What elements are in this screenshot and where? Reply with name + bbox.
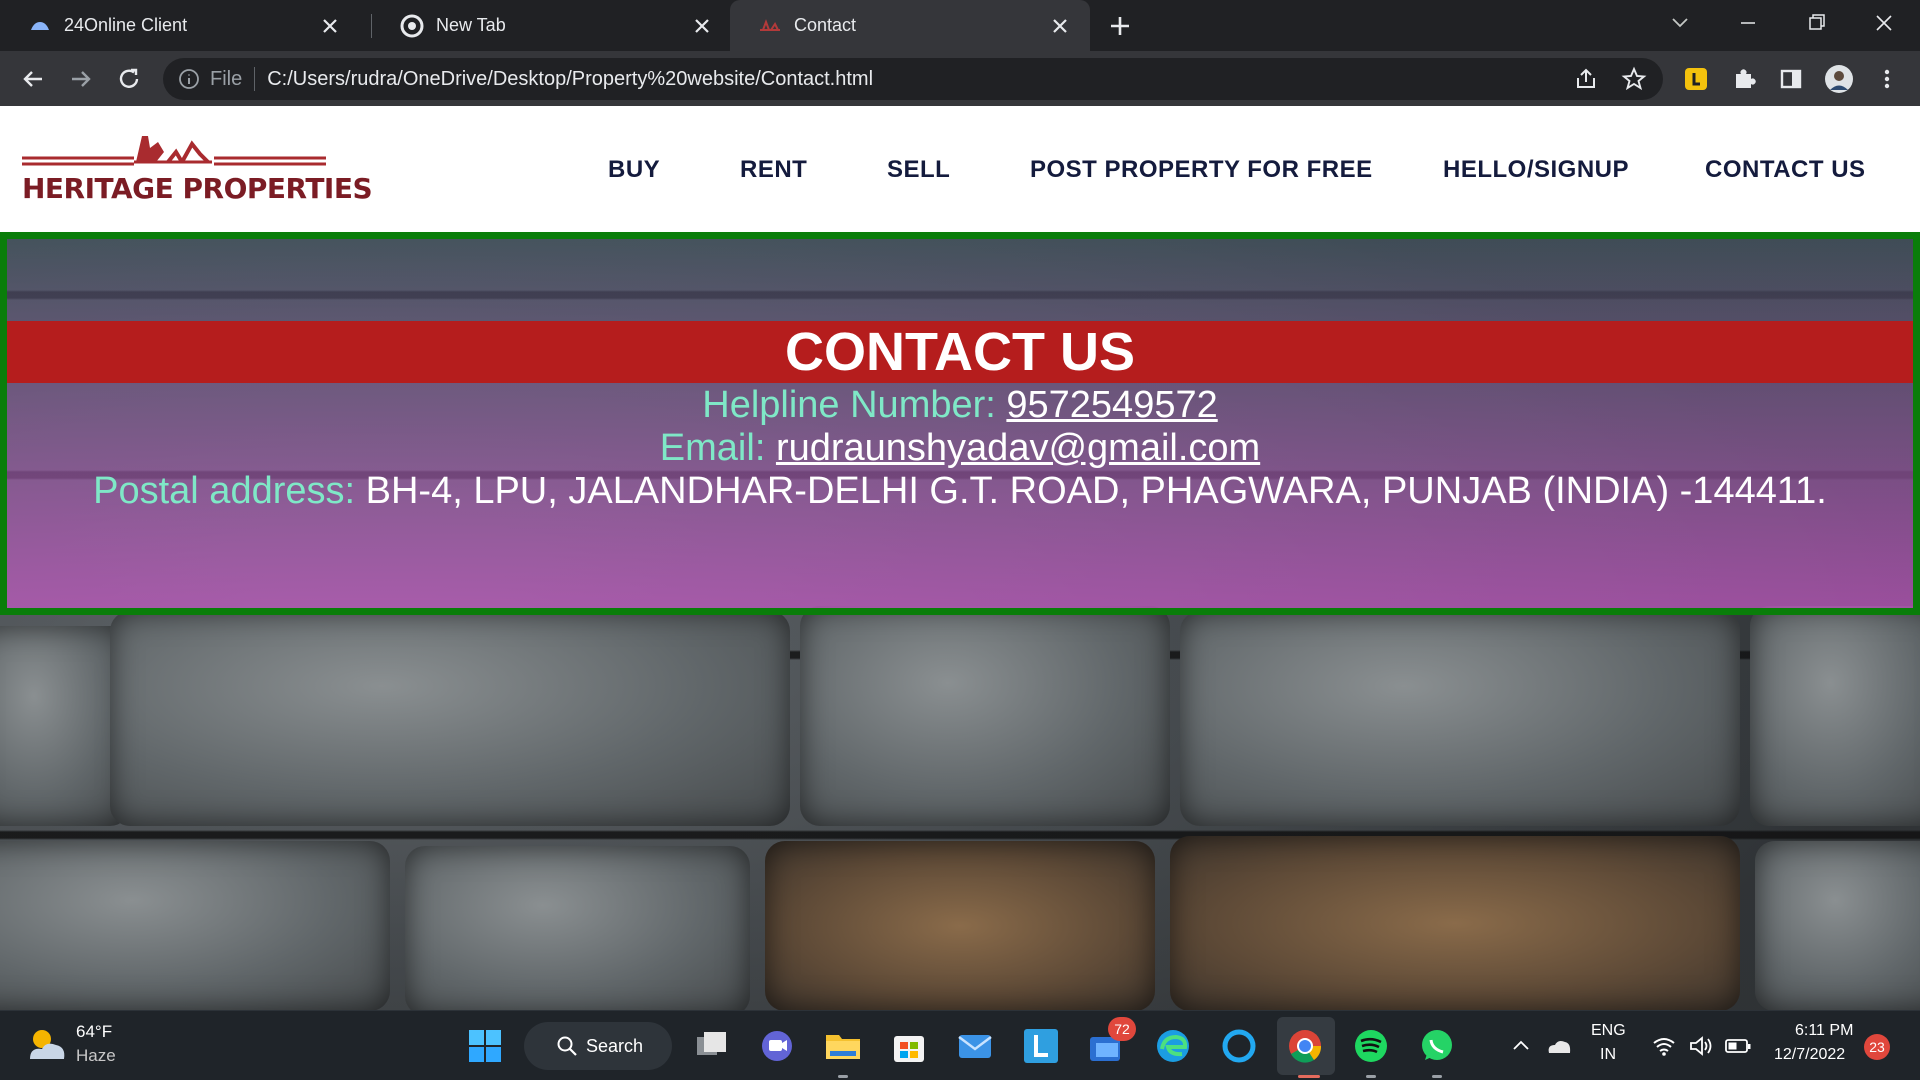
background-stone bbox=[1170, 836, 1740, 1010]
tab-title: 24Online Client bbox=[64, 15, 188, 35]
nav-sell[interactable]: SELL bbox=[887, 156, 950, 184]
profile-avatar[interactable] bbox=[1824, 64, 1854, 94]
weather-temperature: 64°F bbox=[76, 1022, 113, 1041]
close-window-icon[interactable] bbox=[1866, 8, 1902, 38]
address-divider bbox=[254, 67, 256, 91]
mail-icon[interactable] bbox=[954, 1025, 996, 1067]
background-stone bbox=[1180, 611, 1740, 826]
teams-chat-icon[interactable] bbox=[756, 1025, 798, 1067]
file-explorer-icon[interactable] bbox=[822, 1025, 864, 1067]
tab-title: Contact bbox=[794, 15, 857, 35]
wifi-icon[interactable] bbox=[1652, 1035, 1676, 1057]
task-view-icon[interactable] bbox=[690, 1025, 732, 1067]
weather-description: Haze bbox=[76, 1046, 116, 1065]
background-stone bbox=[110, 611, 790, 826]
site-header: HERITAGE PROPERTIES BUY RENT SELL POST P… bbox=[0, 106, 1920, 232]
page-viewport: HERITAGE PROPERTIES BUY RENT SELL POST P… bbox=[0, 106, 1920, 1010]
search-label: Search bbox=[586, 1035, 644, 1056]
share-icon[interactable] bbox=[1571, 64, 1601, 94]
chevron-up-icon[interactable] bbox=[1510, 1035, 1532, 1057]
background-stone bbox=[0, 841, 390, 1010]
nav-buy[interactable]: BUY bbox=[608, 156, 660, 184]
language-region[interactable]: IN bbox=[1600, 1046, 1616, 1064]
search-icon bbox=[557, 1036, 577, 1056]
bookmark-star-icon[interactable] bbox=[1619, 64, 1649, 94]
onedrive-cloud-icon[interactable] bbox=[1545, 1033, 1573, 1059]
chrome-icon bbox=[400, 14, 424, 37]
forward-arrow-icon[interactable] bbox=[66, 64, 96, 94]
cortana-icon[interactable] bbox=[1218, 1025, 1260, 1067]
close-icon[interactable] bbox=[1048, 14, 1072, 38]
kebab-menu-icon[interactable] bbox=[1872, 64, 1902, 94]
logo-text: HERITAGE PROPERTIES bbox=[22, 172, 373, 205]
microsoft-store-icon[interactable] bbox=[888, 1025, 930, 1067]
extension-l-icon[interactable] bbox=[1681, 64, 1711, 94]
nav-rent[interactable]: RENT bbox=[740, 156, 807, 184]
close-icon[interactable] bbox=[318, 14, 342, 38]
nav-post-property[interactable]: POST PROPERTY FOR FREE bbox=[1030, 156, 1373, 184]
contact-heading: CONTACT US bbox=[7, 321, 1913, 383]
tab-search-chevron-icon[interactable] bbox=[1662, 8, 1698, 38]
tab-title: New Tab bbox=[436, 15, 506, 35]
minimize-icon[interactable] bbox=[1730, 8, 1766, 38]
active-indicator bbox=[1298, 1075, 1320, 1078]
battery-icon[interactable] bbox=[1724, 1036, 1752, 1056]
extensions-puzzle-icon[interactable] bbox=[1729, 64, 1759, 94]
clock-date[interactable]: 12/7/2022 bbox=[1774, 1046, 1845, 1064]
launcher-l-icon[interactable] bbox=[1020, 1025, 1062, 1067]
running-indicator bbox=[1366, 1075, 1376, 1078]
nav-contact-us[interactable]: CONTACT US bbox=[1705, 156, 1866, 184]
background-stone bbox=[1755, 841, 1920, 1010]
cloud-favicon-icon bbox=[31, 21, 49, 30]
helpline-line: Helpline Number: 9572549572 bbox=[7, 384, 1913, 427]
nav-hello-signup[interactable]: HELLO/SIGNUP bbox=[1443, 156, 1629, 184]
side-panel-icon[interactable] bbox=[1776, 64, 1806, 94]
volume-icon[interactable] bbox=[1688, 1034, 1714, 1058]
whatsapp-icon[interactable] bbox=[1416, 1025, 1458, 1067]
contact-section: CONTACT US Helpline Number: 9572549572 E… bbox=[0, 232, 1920, 615]
postal-label: Postal address: bbox=[93, 470, 356, 512]
helpline-number-link[interactable]: 9572549572 bbox=[1006, 384, 1217, 426]
address-bar[interactable]: File C:/Users/rudra/OneDrive/Desktop/Pro… bbox=[163, 58, 1663, 100]
chrome-icon[interactable] bbox=[1284, 1025, 1326, 1067]
language-code[interactable]: ENG bbox=[1591, 1022, 1626, 1040]
address-scheme: File bbox=[210, 67, 243, 90]
edge-browser-icon[interactable] bbox=[1152, 1025, 1194, 1067]
info-icon[interactable] bbox=[178, 68, 200, 90]
email-line: Email: rudraunshyadav@gmail.com bbox=[7, 427, 1913, 470]
background-stone bbox=[800, 606, 1170, 826]
postal-address: BH-4, LPU, JALANDHAR-DELHI G.T. ROAD, PH… bbox=[365, 470, 1827, 512]
background-stone bbox=[765, 841, 1155, 1010]
running-indicator bbox=[1432, 1075, 1442, 1078]
email-link[interactable]: rudraunshyadav@gmail.com bbox=[776, 427, 1260, 469]
background-stone bbox=[405, 846, 750, 1010]
windows-start-icon[interactable] bbox=[464, 1025, 506, 1067]
address-url[interactable]: C:/Users/rudra/OneDrive/Desktop/Property… bbox=[267, 68, 873, 91]
running-indicator bbox=[838, 1075, 848, 1078]
helpline-label: Helpline Number: bbox=[702, 384, 996, 426]
background-stone bbox=[1750, 606, 1920, 826]
tab-24online-client[interactable]: 24Online Client bbox=[0, 0, 360, 51]
mail-badge: 72 bbox=[1108, 1017, 1136, 1041]
windows-taskbar: 64°F Haze Search 72 ENG IN 6:11 PM 12/7/… bbox=[0, 1010, 1920, 1080]
new-tab-plus-icon[interactable] bbox=[1106, 12, 1134, 40]
postal-line: Postal address: BH-4, LPU, JALANDHAR-DEL… bbox=[7, 470, 1913, 513]
notification-badge[interactable]: 23 bbox=[1864, 1034, 1890, 1060]
tab-new-tab[interactable]: New Tab bbox=[372, 0, 732, 51]
restore-icon[interactable] bbox=[1798, 8, 1834, 38]
weather-haze-icon[interactable] bbox=[24, 1025, 68, 1065]
tab-contact[interactable]: Contact bbox=[730, 0, 1090, 51]
reload-icon[interactable] bbox=[114, 64, 144, 94]
spotify-icon[interactable] bbox=[1350, 1025, 1392, 1067]
browser-tab-strip: 24Online Client New Tab Contact bbox=[0, 0, 1920, 51]
close-icon[interactable] bbox=[690, 14, 714, 38]
clock-time[interactable]: 6:11 PM bbox=[1795, 1022, 1853, 1040]
back-arrow-icon[interactable] bbox=[18, 64, 48, 94]
heritage-favicon-icon bbox=[760, 18, 780, 31]
email-label: Email: bbox=[659, 427, 766, 469]
taskbar-search[interactable]: Search bbox=[524, 1022, 672, 1070]
browser-toolbar: File C:/Users/rudra/OneDrive/Desktop/Pro… bbox=[0, 51, 1920, 106]
